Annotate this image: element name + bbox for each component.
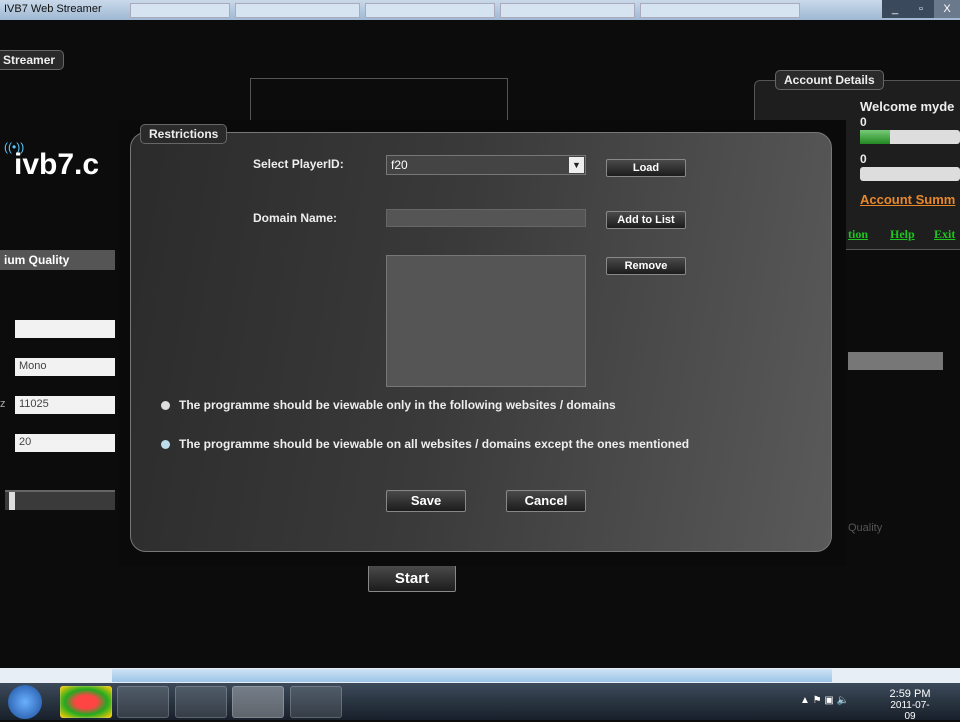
radio-allow-only-label[interactable]: The programme should be viewable only in… [179,398,616,412]
maximize-button[interactable]: ▫ [908,0,934,18]
usage-progress-1 [860,130,960,144]
radio-allow-except[interactable] [161,440,170,449]
usage-progress-2 [860,167,960,181]
sample-rate-field[interactable]: 11025 [15,396,115,414]
restrictions-panel: Select PlayerID: f20 ▼ Load Domain Name: … [130,132,832,552]
quality-faint-label: Quality [848,522,883,534]
domain-list[interactable] [386,255,586,387]
status-bar-field [848,352,943,370]
preview-box [250,78,508,122]
browser-tab[interactable] [640,3,800,18]
usage-value-2: 0 [860,152,867,166]
restrictions-tab: Restrictions [140,124,228,144]
radio-allow-only[interactable] [161,401,170,410]
add-to-list-button[interactable]: Add to List [606,211,686,229]
bitrate-field[interactable]: 20 [15,434,115,452]
app-task-icon[interactable] [290,686,342,718]
restrictions-dialog: Select PlayerID: f20 ▼ Load Domain Name: … [118,120,846,566]
account-details-tab: Account Details [775,70,884,90]
tray-icons[interactable]: ▲ ⚑ ▣ 🔈 [800,695,849,706]
player-id-select[interactable]: f20 ▼ [386,155,586,175]
window-title: IVB7 Web Streamer [4,3,102,15]
streamer-tab[interactable]: Streamer [0,50,65,70]
remove-button[interactable]: Remove [606,257,686,275]
exit-link[interactable]: Exit [934,227,955,242]
account-summary-link[interactable]: Account Summ [860,192,955,207]
nav-link[interactable]: tion [848,227,868,242]
usage-value-1: 0 [860,115,867,129]
blank-field[interactable] [15,320,115,338]
save-button[interactable]: Save [386,490,466,512]
help-link[interactable]: Help [890,227,915,242]
sample-rate-prefix: z [0,398,6,410]
chevron-down-icon[interactable]: ▼ [569,157,584,173]
domain-name-label: Domain Name: [253,211,338,225]
volume-slider[interactable] [5,490,115,510]
ivb7-task-icon[interactable] [232,686,284,718]
taskbar: ▲ ⚑ ▣ 🔈 2:59 PM 2011-07-09 [0,683,960,722]
start-button[interactable]: Start [368,565,456,592]
horizontal-scrollbar[interactable] [0,668,960,683]
load-button[interactable]: Load [606,159,686,177]
player-id-label: Select PlayerID: [253,157,344,171]
logo: ivb7.c [14,148,100,181]
clock-date: 2011-07-09 [890,700,930,722]
chrome-icon[interactable] [60,686,112,718]
start-orb-icon[interactable] [8,685,42,719]
domain-name-input[interactable] [386,209,586,227]
channels-field[interactable]: Mono [15,358,115,376]
browser-tab[interactable] [130,3,230,18]
explorer-icon[interactable] [175,686,227,718]
player-id-value: f20 [391,158,408,172]
cancel-button[interactable]: Cancel [506,490,586,512]
radio-allow-except-label[interactable]: The programme should be viewable on all … [179,437,689,451]
clock-time: 2:59 PM [889,688,931,700]
close-button[interactable]: X [934,0,960,18]
minimize-button[interactable]: _ [882,0,908,18]
quality-header: ium Quality [0,250,115,270]
browser-tab[interactable] [365,3,495,18]
welcome-text: Welcome myde [860,99,955,114]
title-bar: IVB7 Web Streamer _ ▫ X [0,0,960,20]
firefox-icon[interactable] [117,686,169,718]
browser-tab[interactable] [235,3,360,18]
browser-tab[interactable] [500,3,635,18]
clock[interactable]: 2:59 PM 2011-07-09 [885,688,935,722]
